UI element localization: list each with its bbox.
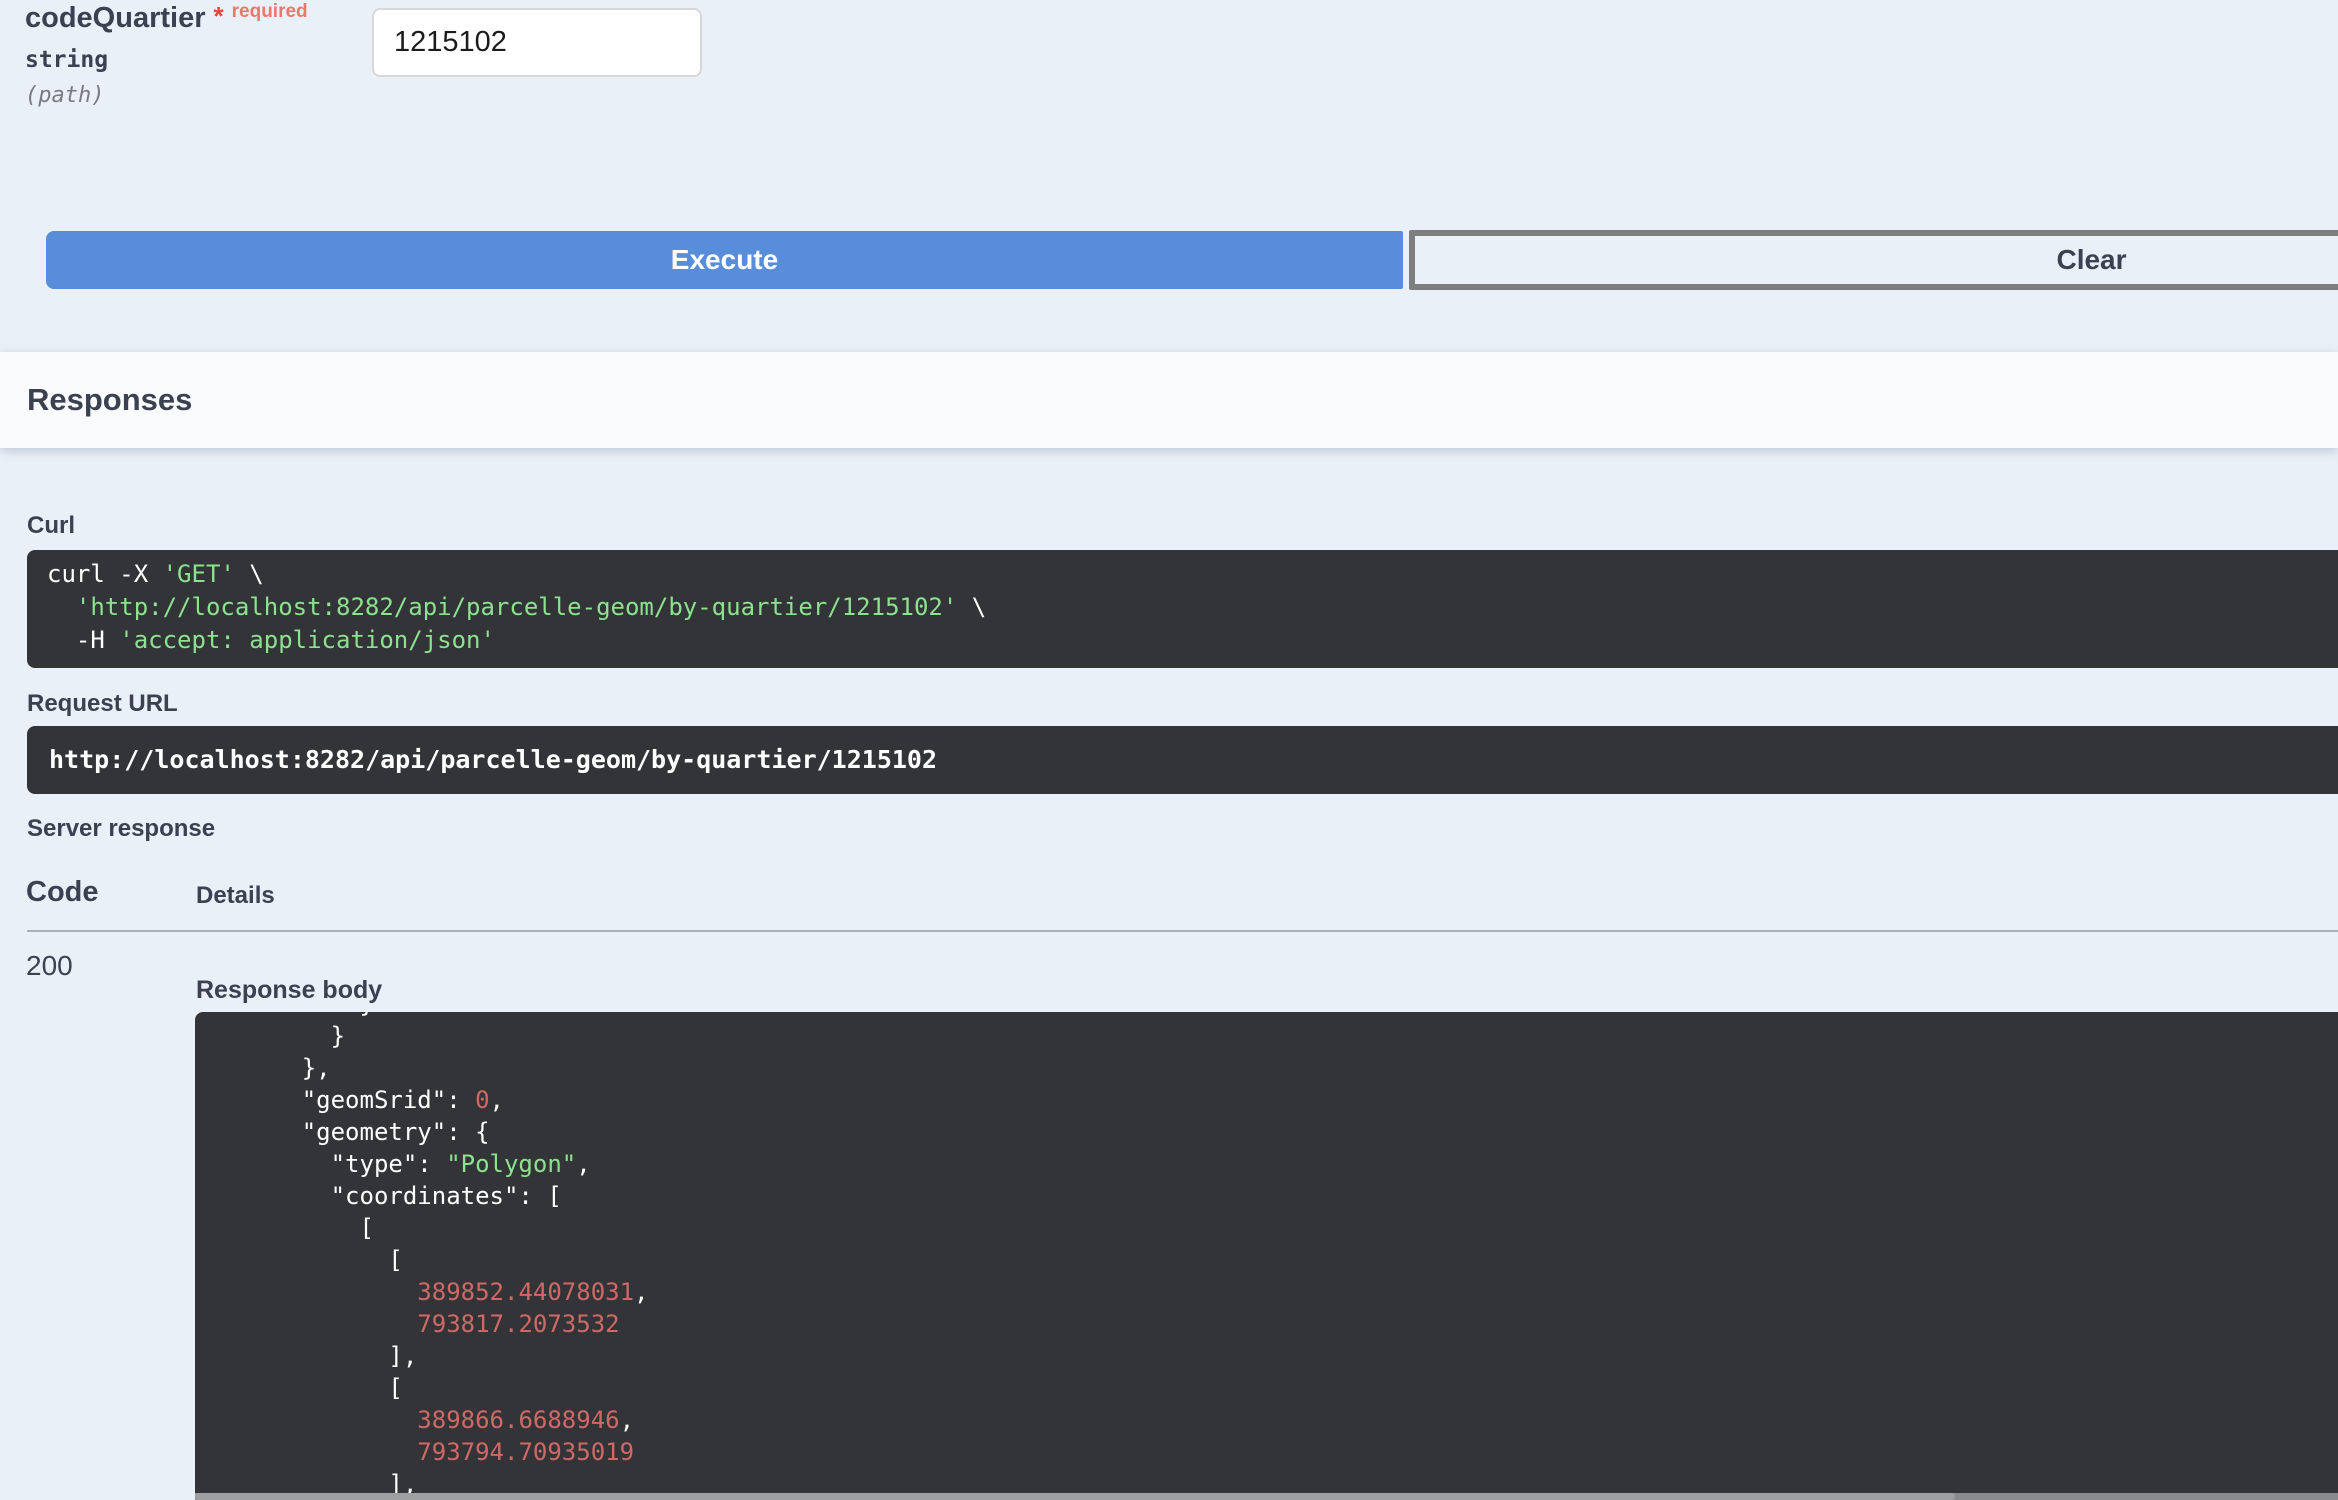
required-asterisk: * xyxy=(213,1,224,31)
responses-section-header: Responses xyxy=(0,352,2338,448)
parameter-name-row: codeQuartier * required xyxy=(25,1,308,35)
request-url-label: Request URL xyxy=(27,690,178,717)
parameter-meta: codeQuartier * required string (path) xyxy=(25,1,308,108)
scrollbar-thumb[interactable] xyxy=(195,1493,1955,1500)
request-url-block: http://localhost:8282/api/parcelle-geom/… xyxy=(27,726,2338,794)
responses-title: Responses xyxy=(27,382,193,417)
curl-command: curl -X 'GET' \ 'http://localhost:8282/a… xyxy=(47,560,987,654)
clear-button[interactable]: Clear xyxy=(1409,230,2338,290)
curl-code-block: curl -X 'GET' \ 'http://localhost:8282/a… xyxy=(27,550,2338,668)
request-url-value: http://localhost:8282/api/parcelle-geom/… xyxy=(49,745,938,774)
code-column-header: Code xyxy=(26,876,99,908)
curl-label: Curl xyxy=(27,512,75,539)
horizontal-scrollbar[interactable] xyxy=(195,1493,2338,1500)
response-body-label: Response body xyxy=(196,976,383,1004)
codequartier-input[interactable] xyxy=(372,8,702,77)
parameter-type: string xyxy=(25,47,109,73)
table-header-divider xyxy=(27,930,2338,932)
response-body-json: } } }, "geomSrid": 0, "geometry": { "typ… xyxy=(215,1012,649,1498)
details-column-header: Details xyxy=(196,882,275,909)
response-body-code-block: } } }, "geomSrid": 0, "geometry": { "typ… xyxy=(195,1012,2338,1500)
parameter-name: codeQuartier xyxy=(25,2,206,34)
status-code: 200 xyxy=(26,950,73,981)
execute-button[interactable]: Execute xyxy=(46,231,1403,289)
parameter-location: (path) xyxy=(25,83,105,108)
required-label: required xyxy=(231,1,308,22)
server-response-label: Server response xyxy=(27,815,216,842)
